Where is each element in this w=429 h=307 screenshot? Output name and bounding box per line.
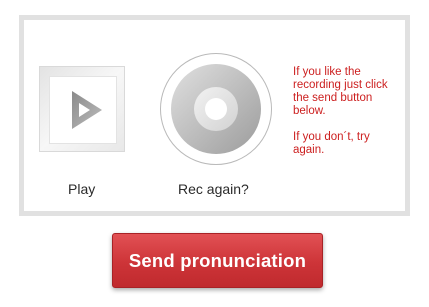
play-label: Play <box>68 181 96 197</box>
record-disc-icon <box>171 64 261 154</box>
instructions-line-2: If you don´t, try again. <box>293 131 370 156</box>
instructions-text: If you like the recording just click the… <box>293 66 397 170</box>
record-again-label: Rec again? <box>178 181 249 197</box>
play-button[interactable] <box>39 66 125 152</box>
play-icon-frame <box>49 76 117 144</box>
recorder-panel: Play Rec again? If you like the recordin… <box>19 15 410 216</box>
instructions-line-1: If you like the recording just click the… <box>293 66 388 117</box>
record-again-button[interactable] <box>160 53 272 165</box>
send-pronunciation-button[interactable]: Send pronunciation <box>112 233 323 288</box>
play-icon <box>72 91 102 129</box>
